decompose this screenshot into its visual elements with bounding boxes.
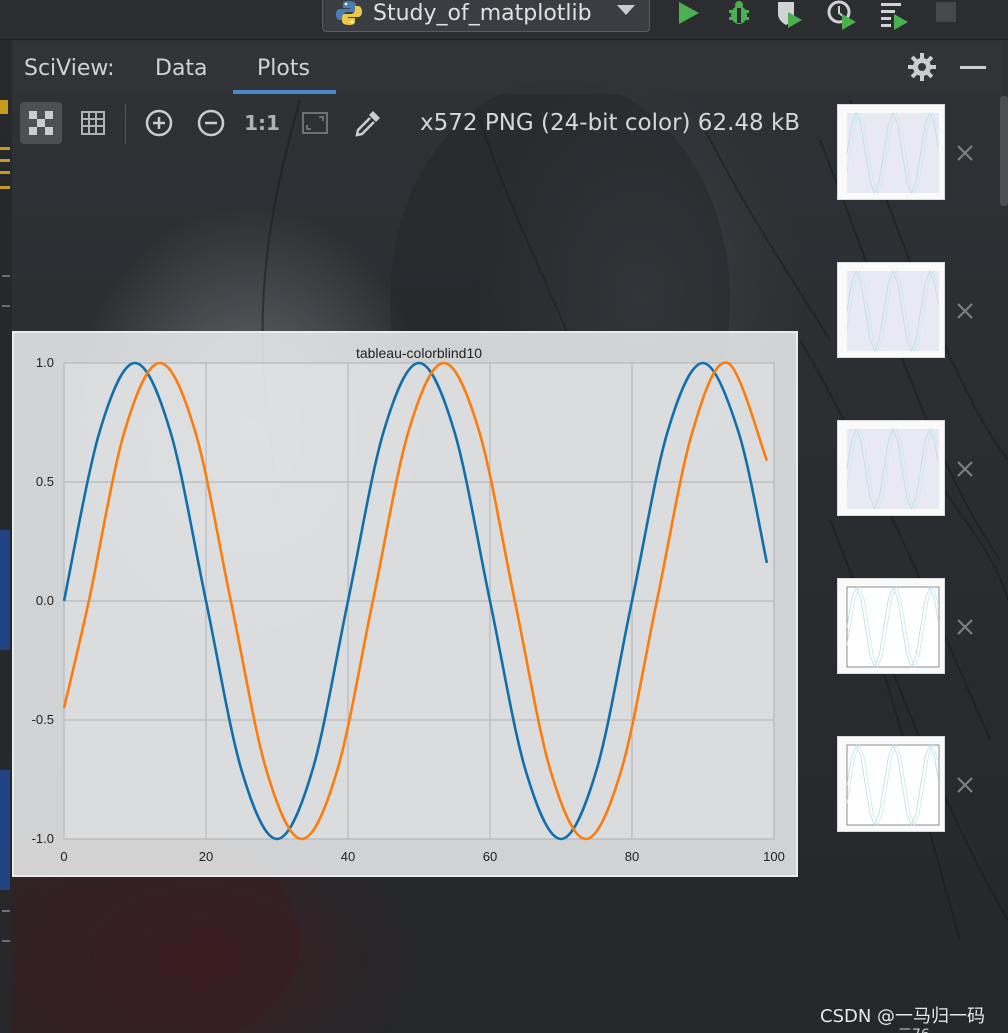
plot-thumbnail[interactable] bbox=[837, 104, 945, 200]
y-tick-label: -1.0 bbox=[32, 831, 54, 846]
gutter-marker bbox=[0, 147, 10, 150]
image-info: x572 PNG (24-bit color) 62.48 kB bbox=[420, 110, 801, 136]
toolbar-separator bbox=[125, 104, 126, 144]
close-icon[interactable] bbox=[955, 301, 975, 321]
eyedropper-icon bbox=[355, 111, 380, 137]
tab-plots[interactable]: Plots bbox=[257, 56, 310, 81]
x-tick-label: 80 bbox=[625, 849, 639, 864]
x-tick-label: 0 bbox=[60, 849, 67, 864]
x-tick-label: 100 bbox=[763, 849, 785, 864]
zoom-out-button[interactable] bbox=[190, 102, 232, 144]
gutter-marker bbox=[0, 100, 8, 114]
close-icon[interactable] bbox=[955, 143, 975, 163]
plot-thumbnail[interactable] bbox=[837, 578, 945, 674]
y-tick-label: 1.0 bbox=[36, 355, 54, 370]
gutter-highlight bbox=[0, 770, 10, 890]
gutter-marker bbox=[0, 159, 10, 162]
hide-panel-icon[interactable] bbox=[960, 66, 986, 69]
color-picker-button[interactable] bbox=[347, 102, 389, 144]
thumbnail-scrollbar[interactable] bbox=[1000, 96, 1008, 206]
plot-image[interactable]: 0 20 40 60 80 100 1.0 0.5 0.0 -0.5 -1.0 tableau-col… bbox=[12, 331, 798, 877]
run-icon[interactable] bbox=[672, 0, 704, 30]
close-icon[interactable] bbox=[955, 775, 975, 795]
actual-size-label: 1:1 bbox=[244, 111, 280, 135]
gutter-tick bbox=[2, 910, 10, 912]
active-tab-indicator bbox=[233, 90, 336, 94]
plot-thumbnail[interactable] bbox=[837, 262, 945, 358]
main-toolbar: Study_of_matplotlib bbox=[0, 0, 1008, 40]
gutter-marker bbox=[0, 171, 10, 174]
gutter-marker bbox=[0, 186, 10, 189]
profile-icon[interactable] bbox=[826, 0, 858, 30]
grid-toggle-button[interactable] bbox=[72, 102, 114, 144]
python-icon bbox=[336, 1, 362, 25]
chart-title: tableau-colorblind10 bbox=[356, 345, 482, 361]
grid-icon bbox=[81, 111, 105, 135]
y-tick-label: -0.5 bbox=[32, 712, 54, 727]
debug-icon[interactable] bbox=[723, 0, 755, 30]
fit-to-window-icon bbox=[302, 112, 328, 134]
x-tick-label: 20 bbox=[199, 849, 213, 864]
plot-thumbnail[interactable] bbox=[837, 420, 945, 516]
x-tick-label: 40 bbox=[341, 849, 355, 864]
image-toolbar: 1:1 x572 PNG (24-bit color) 62.48 kB bbox=[12, 96, 822, 152]
run-configuration-label: Study_of_matplotlib bbox=[373, 0, 592, 26]
y-tick-label: 0.5 bbox=[36, 474, 54, 489]
gutter-tick bbox=[2, 305, 10, 307]
close-icon[interactable] bbox=[955, 459, 975, 479]
zoom-in-button[interactable] bbox=[138, 102, 180, 144]
fit-to-window-button[interactable] bbox=[294, 102, 336, 144]
gutter-highlight bbox=[0, 530, 10, 650]
line-chart: 0 20 40 60 80 100 1.0 0.5 0.0 -0.5 -1.0 tableau-col… bbox=[32, 345, 785, 864]
gutter-tick bbox=[2, 940, 10, 942]
zoom-out-icon bbox=[197, 109, 225, 137]
y-tick-label: 0.0 bbox=[36, 593, 54, 608]
x-tick-label: 60 bbox=[483, 849, 497, 864]
coverage-icon[interactable] bbox=[774, 0, 806, 30]
chessboard-toggle-button[interactable] bbox=[20, 102, 62, 144]
chessboard-icon bbox=[29, 111, 53, 135]
concurrency-diagram-icon[interactable] bbox=[878, 0, 910, 30]
actual-size-button[interactable]: 1:1 bbox=[241, 102, 283, 144]
chevron-down-icon bbox=[617, 5, 635, 15]
close-icon[interactable] bbox=[955, 617, 975, 637]
run-configuration-selector[interactable]: Study_of_matplotlib bbox=[322, 0, 650, 32]
gutter-tick bbox=[2, 275, 10, 277]
sciview-header: SciView: Data Plots bbox=[12, 42, 1002, 94]
gear-icon[interactable] bbox=[907, 52, 937, 82]
stop-icon[interactable] bbox=[930, 0, 962, 30]
watermark-secondary: 三76 bbox=[898, 1024, 930, 1033]
zoom-in-icon bbox=[145, 109, 173, 137]
editor-gutter bbox=[0, 40, 12, 1033]
sciview-title: SciView: bbox=[24, 56, 115, 81]
plot-thumbnail[interactable] bbox=[837, 736, 945, 832]
tab-data[interactable]: Data bbox=[155, 56, 208, 81]
